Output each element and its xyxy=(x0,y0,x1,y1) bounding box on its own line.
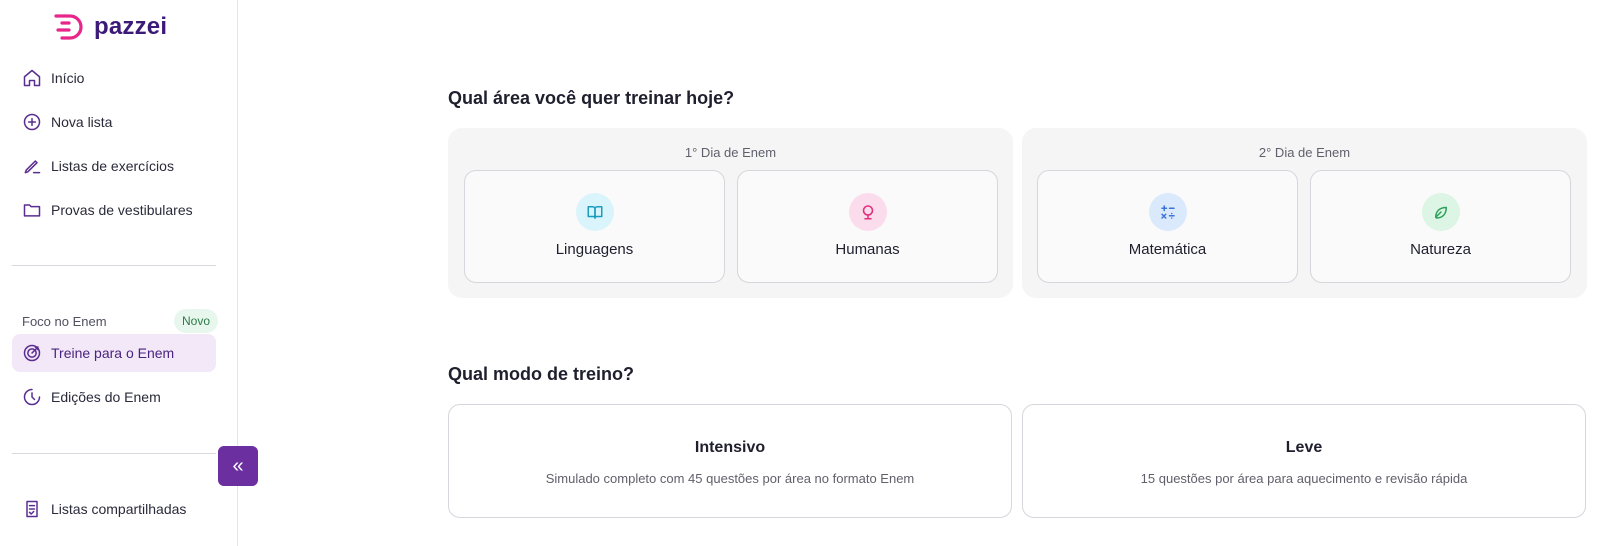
area-label: Matemática xyxy=(1128,241,1207,258)
history-icon xyxy=(23,388,41,406)
sidebar-item-listas-exercicios[interactable]: Listas de exercícios xyxy=(12,147,216,185)
area-label: Natureza xyxy=(1410,241,1471,258)
section-label: Foco no Enem xyxy=(22,314,107,329)
sidebar-item-label: Edições do Enem xyxy=(51,389,161,405)
calculator-icon xyxy=(1148,193,1187,231)
leaf-icon xyxy=(1421,193,1460,231)
shared-list-icon xyxy=(26,500,38,518)
mode-title: Leve xyxy=(1285,439,1323,456)
sidebar: pazzei Início Nova lista Listas de exerc… xyxy=(0,0,238,546)
folder-icon xyxy=(23,204,41,217)
mode-heading: Qual modo de treino? xyxy=(448,364,635,384)
sidebar-item-edicoes-enem[interactable]: Edições do Enem xyxy=(12,378,216,416)
area-card-matematica[interactable]: Matemática xyxy=(1037,170,1298,283)
sidebar-item-label: Listas compartilhadas xyxy=(51,501,187,517)
mode-card-leve[interactable]: Leve 15 questões por área para aquecimen… xyxy=(1022,404,1586,518)
sidebar-item-provas-vestibulares[interactable]: Provas de vestibulares xyxy=(12,191,216,229)
pencil-icon xyxy=(24,160,41,174)
target-icon xyxy=(23,344,41,362)
area-heading: Qual área você quer treinar hoje? xyxy=(448,88,735,108)
sidebar-item-treine-enem[interactable]: Treine para o Enem xyxy=(12,334,216,372)
sidebar-item-label: Início xyxy=(51,70,85,86)
sidebar-divider xyxy=(12,453,216,454)
plus-circle-icon xyxy=(23,113,41,131)
collapse-sidebar-button[interactable]: « xyxy=(218,446,258,486)
area-label: Humanas xyxy=(835,241,900,258)
day-label: 1° Dia de Enem xyxy=(684,145,777,160)
day-label: 2° Dia de Enem xyxy=(1258,145,1351,160)
logo[interactable]: pazzei xyxy=(54,12,167,42)
area-label: Linguagens xyxy=(555,241,634,258)
sidebar-item-listas-compartilhadas[interactable]: Listas compartilhadas xyxy=(12,490,216,528)
area-card-natureza[interactable]: Natureza xyxy=(1310,170,1571,283)
mode-title: Intensivo xyxy=(694,439,766,456)
pazzei-logo-icon xyxy=(54,14,83,40)
sidebar-item-label: Provas de vestibulares xyxy=(51,202,193,218)
area-card-linguagens[interactable]: Linguagens xyxy=(464,170,725,283)
mode-description: 15 questões por área para aquecimento e … xyxy=(1140,471,1468,486)
day-panel-1: 1° Dia de Enem Linguagens Humanas xyxy=(448,128,1013,298)
app: pazzei Início Nova lista Listas de exerc… xyxy=(0,0,1600,546)
day-panel-2: 2° Dia de Enem Matemática Natureza xyxy=(1022,128,1587,298)
home-icon xyxy=(23,69,41,87)
mode-description: Simulado completo com 45 questões por ár… xyxy=(545,471,915,486)
sidebar-item-label: Treine para o Enem xyxy=(51,345,175,361)
new-badge: Novo xyxy=(174,309,219,333)
globe-icon xyxy=(848,193,887,231)
sidebar-item-inicio[interactable]: Início xyxy=(12,59,216,97)
sidebar-item-nova-lista[interactable]: Nova lista xyxy=(12,103,216,141)
sidebar-item-label: Nova lista xyxy=(51,114,113,130)
brand-name: pazzei xyxy=(94,13,168,40)
area-card-humanas[interactable]: Humanas xyxy=(737,170,998,283)
book-icon xyxy=(575,193,614,231)
mode-card-intensivo[interactable]: Intensivo Simulado completo com 45 quest… xyxy=(448,404,1012,518)
sidebar-item-label: Listas de exercícios xyxy=(51,158,174,174)
sidebar-divider xyxy=(12,265,216,266)
